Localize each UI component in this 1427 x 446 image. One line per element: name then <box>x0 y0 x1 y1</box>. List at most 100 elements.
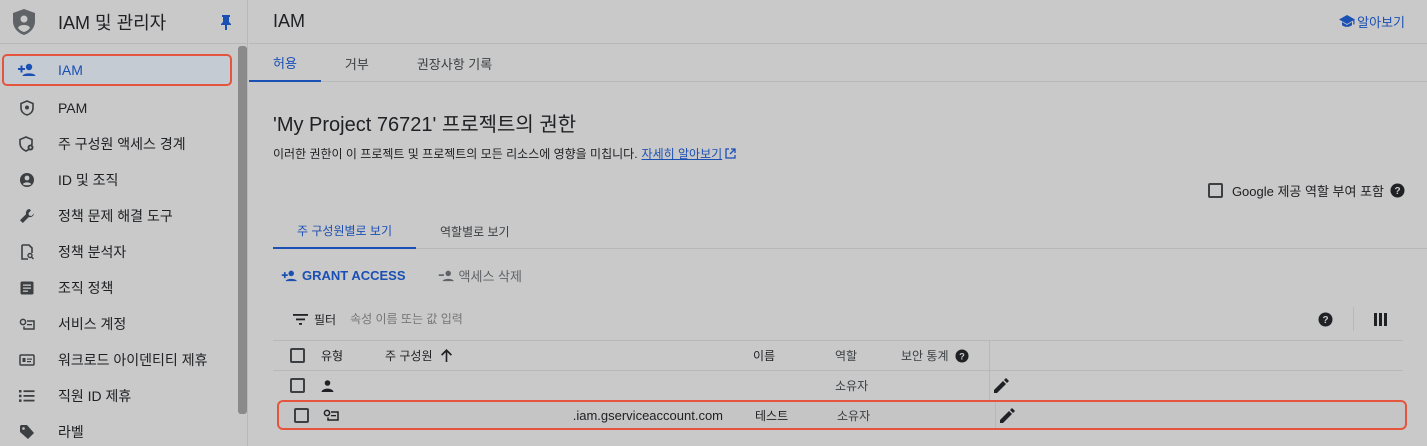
tab-view-by-role[interactable]: 역할별로 보기 <box>416 213 534 249</box>
sidebar-item-workload-identity-federation[interactable]: 워크로드 아이덴티티 제휴 <box>0 342 236 378</box>
permissions-description-text: 이러한 권한이 이 프로젝트 및 프로젝트의 모든 리소스에 영향을 미칩니다. <box>273 147 638 161</box>
page-title: IAM <box>273 11 306 31</box>
table-header: 유형 주 구성원 이름 역할 보안 통계 ? <box>273 340 1403 370</box>
document-search-icon <box>18 243 36 261</box>
sidebar-item-identity-organization[interactable]: ID 및 조직 <box>0 162 236 198</box>
sidebar-item-organization-policies[interactable]: 조직 정책 <box>0 270 236 306</box>
learn-link[interactable]: 알아보기 <box>1339 12 1405 31</box>
sidebar-nav: IAM PAM 주 구성원 액세스 경계 ID 및 조직 정책 문제 해결 도구 <box>0 54 236 446</box>
person-icon <box>321 379 334 392</box>
help-icon[interactable]: ? <box>1390 183 1405 198</box>
id-card-icon <box>18 351 36 369</box>
person-add-icon <box>281 270 297 281</box>
sidebar-item-policy-troubleshooter[interactable]: 정책 문제 해결 도구 <box>0 198 236 234</box>
row-security <box>901 371 989 400</box>
school-icon <box>1339 15 1356 27</box>
select-all-checkbox[interactable] <box>289 348 305 363</box>
remove-access-button[interactable]: 액세스 삭제 <box>438 266 522 285</box>
person-add-icon <box>18 61 36 79</box>
column-principal[interactable]: 주 구성원 <box>385 341 753 370</box>
edit-icon <box>1000 407 1015 423</box>
arrow-upward-icon <box>440 349 452 362</box>
row-name <box>753 371 835 400</box>
sidebar-item-label: 주 구성원 액세스 경계 <box>58 136 186 152</box>
service-account-icon <box>18 315 36 333</box>
edit-principal-button[interactable] <box>995 402 1015 428</box>
sidebar-item-policy-analyzer[interactable]: 정책 분석자 <box>0 234 236 270</box>
filter-icon <box>293 313 308 325</box>
main-tabs: 허용 거부 권장사항 기록 <box>249 44 1427 82</box>
filter-label: 필터 <box>314 312 337 327</box>
service-account-icon <box>323 409 339 421</box>
edit-icon <box>994 378 1009 393</box>
include-google-roles-label: Google 제공 역할 부여 포함 <box>1231 184 1384 199</box>
column-principal-label: 주 구성원 <box>385 349 433 363</box>
sidebar-item-workforce-identity-federation[interactable]: 직원 ID 제휴 <box>0 378 236 414</box>
tab-deny[interactable]: 거부 <box>321 44 393 82</box>
shield-lock-icon <box>18 99 36 117</box>
column-actions <box>989 341 994 370</box>
tag-icon <box>18 423 36 441</box>
tab-view-by-principal[interactable]: 주 구성원별로 보기 <box>273 213 416 249</box>
column-type[interactable]: 유형 <box>321 341 385 370</box>
row-checkbox[interactable] <box>289 378 305 393</box>
row-role: 소유자 <box>837 408 871 423</box>
sidebar-item-pam[interactable]: PAM <box>0 90 236 126</box>
sidebar-item-label: 서비스 계정 <box>58 316 127 332</box>
sidebar-item-iam[interactable]: IAM <box>2 54 232 86</box>
learn-label: 알아보기 <box>1357 15 1405 30</box>
permissions-title: 'My Project 76721' 프로젝트의 권한 <box>273 114 577 136</box>
article-icon <box>18 279 36 297</box>
row-type <box>321 371 385 400</box>
filter-bar: 필터 ? <box>273 300 1403 338</box>
action-bar: GRANT ACCESS 액세스 삭제 <box>281 266 554 285</box>
sidebar-item-labels[interactable]: 라벨 <box>0 414 236 446</box>
sidebar-item-service-accounts[interactable]: 서비스 계정 <box>0 306 236 342</box>
column-name[interactable]: 이름 <box>753 341 835 370</box>
grant-access-label: GRANT ACCESS <box>302 268 406 283</box>
shield-gear-icon <box>18 135 36 153</box>
account-circle-icon <box>18 171 36 189</box>
sidebar-item-label: 조직 정책 <box>58 280 114 296</box>
row-type <box>323 402 387 428</box>
column-role[interactable]: 역할 <box>835 341 901 370</box>
sidebar-item-label: 라벨 <box>58 424 84 440</box>
sidebar-item-principal-access-boundary[interactable]: 주 구성원 액세스 경계 <box>0 126 236 162</box>
sidebar-item-label: PAM <box>58 100 88 116</box>
column-display-icon[interactable] <box>1374 312 1387 326</box>
sidebar: IAM 및 관리자 IAM PAM 주 구성원 액세스 경계 ID 및 조직 정… <box>0 0 248 446</box>
learn-more-link[interactable]: 자세히 알아보기 <box>642 145 723 162</box>
tab-recommendation-history[interactable]: 권장사항 기록 <box>393 44 516 82</box>
tab-allow[interactable]: 허용 <box>249 44 321 82</box>
pin-icon[interactable] <box>219 14 233 30</box>
open-in-new-icon <box>725 148 736 159</box>
help-icon[interactable]: ? <box>954 348 969 363</box>
iam-shield-logo-icon <box>13 8 35 35</box>
row-name: 테스트 <box>755 408 789 423</box>
remove-access-label: 액세스 삭제 <box>458 269 522 284</box>
include-google-roles: Google 제공 역할 부여 포함 ? <box>1207 181 1405 200</box>
help-icon[interactable]: ? <box>1318 312 1333 327</box>
svg-text:?: ? <box>1322 315 1328 326</box>
column-security-insights[interactable]: 보안 통계 ? <box>901 341 989 370</box>
sidebar-scrollbar[interactable] <box>238 46 247 414</box>
wrench-icon <box>18 207 36 225</box>
column-security-label: 보안 통계 <box>901 349 949 363</box>
svg-text:?: ? <box>959 351 965 361</box>
row-checkbox[interactable] <box>293 407 309 423</box>
filter-input[interactable] <box>350 312 1318 326</box>
row-principal <box>385 371 753 400</box>
include-google-roles-checkbox[interactable] <box>1207 183 1223 198</box>
permissions-description: 이러한 권한이 이 프로젝트 및 프로젝트의 모든 리소스에 영향을 미칩니다.… <box>273 145 736 162</box>
row-principal: .iam.gserviceaccount.com <box>572 407 723 423</box>
divider <box>1353 307 1354 331</box>
edit-principal-button[interactable] <box>989 371 1009 400</box>
row-role: 소유자 <box>835 379 869 393</box>
sidebar-header: IAM 및 관리자 <box>0 0 247 44</box>
sidebar-item-label: 정책 분석자 <box>58 244 127 260</box>
sidebar-title: IAM 및 관리자 <box>58 12 167 33</box>
table-row: .iam.gserviceaccount.com 테스트 소유자 <box>277 400 1407 430</box>
view-tabs: 주 구성원별로 보기 역할별로 보기 <box>273 213 1427 249</box>
svg-text:?: ? <box>1394 186 1400 197</box>
grant-access-button[interactable]: GRANT ACCESS <box>281 268 406 283</box>
